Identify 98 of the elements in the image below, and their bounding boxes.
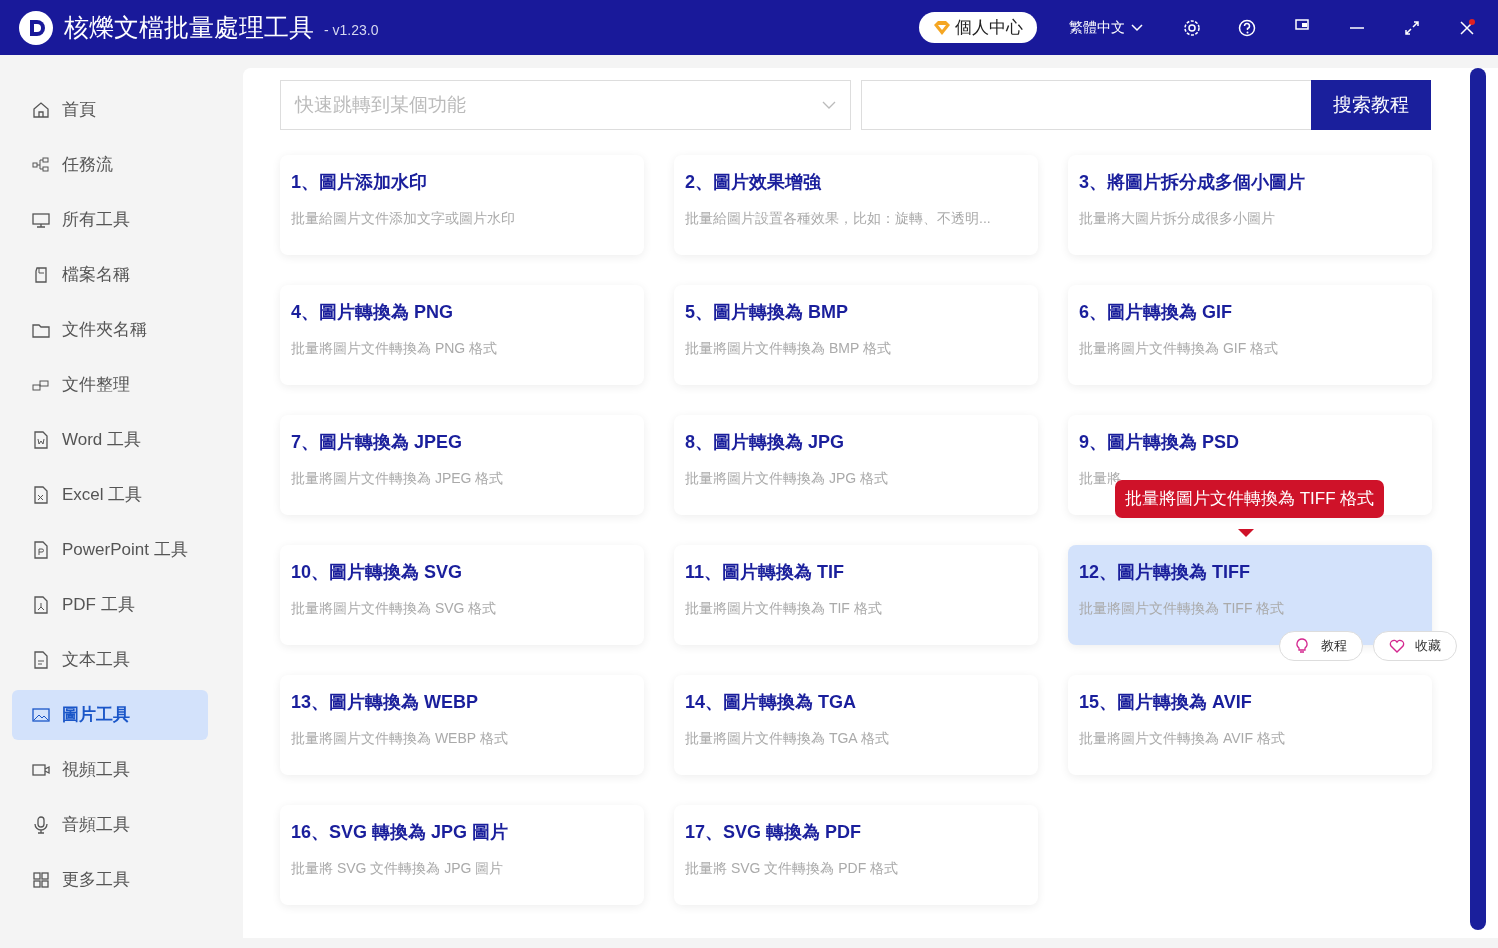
tool-card[interactable]: 13、圖片轉換為 WEBP 批量將圖片文件轉換為 WEBP 格式 <box>280 675 644 775</box>
tool-card[interactable]: 16、SVG 轉換為 JPG 圖片 批量將 SVG 文件轉換為 JPG 圖片 <box>280 805 644 905</box>
tool-card[interactable]: 10、圖片轉換為 SVG 批量將圖片文件轉換為 SVG 格式 <box>280 545 644 645</box>
tool-description: 批量將圖片文件轉換為 TGA 格式 <box>685 729 889 748</box>
tool-title: 8、圖片轉換為 JPG <box>685 431 845 454</box>
text-file-icon <box>32 651 50 669</box>
app-title: 核爍文檔批量處理工具 <box>64 11 314 43</box>
sidebar-item[interactable]: 所有工具 <box>12 195 208 245</box>
folder-icon <box>32 321 50 339</box>
sidebar-item[interactable]: PDF 工具 <box>12 580 208 630</box>
tool-description: 批量給圖片文件添加文字或圖片水印 <box>291 209 515 228</box>
tool-title: 7、圖片轉換為 JPEG <box>291 431 463 454</box>
sidebar-item[interactable]: 任務流 <box>12 140 208 190</box>
tool-title: 16、SVG 轉換為 JPG 圖片 <box>291 821 509 844</box>
chevron-down-icon <box>822 100 836 110</box>
sidebar-item[interactable]: PowerPoint 工具 <box>12 525 208 575</box>
tool-title: 10、圖片轉換為 SVG <box>291 561 463 584</box>
tool-card[interactable]: 11、圖片轉換為 TIF 批量將圖片文件轉換為 TIF 格式 <box>674 545 1038 645</box>
heart-icon <box>1389 638 1405 654</box>
chevron-down-icon <box>1131 23 1143 32</box>
app-logo <box>18 9 54 46</box>
tool-title: 13、圖片轉換為 WEBP <box>291 691 479 714</box>
close-icon[interactable] <box>1458 18 1476 37</box>
monitor-icon <box>32 211 50 229</box>
bulb-icon <box>1295 638 1311 654</box>
language-dropdown[interactable]: 繁體中文 <box>1063 16 1149 39</box>
tool-description: 批量給圖片設置各種效果，比如：旋轉、不透明... <box>685 209 991 228</box>
tool-description: 批量將圖片文件轉換為 TIFF 格式 <box>1079 599 1285 618</box>
microphone-icon <box>32 816 50 834</box>
search-field[interactable] <box>861 80 1311 130</box>
action-button[interactable]: 教程 <box>1279 631 1363 661</box>
tool-description: 批量將圖片文件轉換為 SVG 格式 <box>291 599 497 618</box>
tool-description: 批量將大圖片拆分成很多小圖片 <box>1079 209 1275 228</box>
scrollbar[interactable] <box>1470 68 1486 930</box>
sidebar-item[interactable]: 檔案名稱 <box>12 250 208 300</box>
tool-description: 批量將圖片文件轉換為 JPG 格式 <box>685 469 888 488</box>
sidebar-item[interactable]: 文件夾名稱 <box>12 305 208 355</box>
sidebar-item[interactable]: Word 工具 <box>12 415 208 465</box>
tool-card[interactable]: 5、圖片轉換為 BMP 批量將圖片文件轉換為 BMP 格式 <box>674 285 1038 385</box>
tool-card[interactable]: 6、圖片轉換為 GIF 批量將圖片文件轉換為 GIF 格式 <box>1068 285 1432 385</box>
tool-title: 3、將圖片拆分成多個小圖片 <box>1079 171 1305 194</box>
sidebar-item[interactable]: 首頁 <box>12 85 208 135</box>
tool-title: 5、圖片轉換為 BMP <box>685 301 848 324</box>
sidebar-item[interactable]: 音頻工具 <box>12 800 208 850</box>
search-button[interactable]: 搜索教程 <box>1311 80 1431 130</box>
account-button[interactable]: 個人中心 <box>919 12 1037 43</box>
tool-description: 批量將 SVG 文件轉換為 PDF 格式 <box>685 859 899 878</box>
tool-card[interactable]: 14、圖片轉換為 TGA 批量將圖片文件轉換為 TGA 格式 <box>674 675 1038 775</box>
tool-description: 批量將圖片文件轉換為 BMP 格式 <box>685 339 891 358</box>
tool-card[interactable]: 17、SVG 轉換為 PDF 批量將 SVG 文件轉換為 PDF 格式 <box>674 805 1038 905</box>
tooltip-arrow-icon <box>1238 528 1254 537</box>
tool-description: 批量將 SVG 文件轉換為 JPG 圖片 <box>291 859 504 878</box>
tool-title: 15、圖片轉換為 AVIF <box>1079 691 1252 714</box>
tool-description: 批量將圖片文件轉換為 TIF 格式 <box>685 599 882 618</box>
tool-title: 6、圖片轉換為 GIF <box>1079 301 1232 324</box>
maximize-icon[interactable] <box>1403 18 1421 37</box>
tool-card[interactable]: 15、圖片轉換為 AVIF 批量將圖片文件轉換為 AVIF 格式 <box>1068 675 1432 775</box>
sidebar-item[interactable]: Excel 工具 <box>12 470 208 520</box>
tool-title: 2、圖片效果增強 <box>685 171 821 194</box>
tool-title: 17、SVG 轉換為 PDF <box>685 821 862 844</box>
sidebar-item[interactable]: 文件整理 <box>12 360 208 410</box>
tool-title: 9、圖片轉換為 PSD <box>1079 431 1240 454</box>
settings-icon[interactable] <box>1183 18 1201 37</box>
tool-card[interactable]: 1、圖片添加水印 批量給圖片文件添加文字或圖片水印 <box>280 155 644 255</box>
tool-card[interactable]: 3、將圖片拆分成多個小圖片 批量將大圖片拆分成很多小圖片 <box>1068 155 1432 255</box>
help-icon[interactable] <box>1238 18 1256 37</box>
tool-title: 11、圖片轉換為 TIF <box>685 561 845 584</box>
excel-file-icon <box>32 486 50 504</box>
grid-icon <box>32 871 50 889</box>
tool-title: 4、圖片轉換為 PNG <box>291 301 454 324</box>
tooltip: 批量將圖片文件轉換為 TIFF 格式 <box>1115 480 1385 518</box>
tool-description: 批量將圖片文件轉換為 JPEG 格式 <box>291 469 504 488</box>
sidebar-item[interactable]: 更多工具 <box>12 855 208 905</box>
powerpoint-file-icon <box>32 541 50 559</box>
home-icon <box>32 101 50 119</box>
image-icon <box>32 706 50 724</box>
document-icon <box>32 266 50 284</box>
version-label: - v1.23.0 <box>324 21 379 40</box>
sidebar-item[interactable]: 圖片工具 <box>12 690 208 740</box>
tool-description: 批量將圖片文件轉換為 WEBP 格式 <box>291 729 508 748</box>
action-button[interactable]: 收藏 <box>1373 631 1457 661</box>
gem-icon <box>933 19 951 36</box>
tool-description: 批量將圖片文件轉換為 GIF 格式 <box>1079 339 1279 358</box>
sidebar-item[interactable]: 視頻工具 <box>12 745 208 795</box>
tool-title: 12、圖片轉換為 TIFF <box>1079 561 1250 584</box>
sidebar-item[interactable]: 文本工具 <box>12 635 208 685</box>
tool-card[interactable]: 8、圖片轉換為 JPG 批量將圖片文件轉換為 JPG 格式 <box>674 415 1038 515</box>
tool-card[interactable]: 7、圖片轉換為 JPEG 批量將圖片文件轉換為 JPEG 格式 <box>280 415 644 515</box>
pdf-file-icon <box>32 596 50 614</box>
tool-description: 批量將圖片文件轉換為 PNG 格式 <box>291 339 498 358</box>
tool-description: 批量將圖片文件轉換為 AVIF 格式 <box>1079 729 1285 748</box>
tool-card[interactable]: 4、圖片轉換為 PNG 批量將圖片文件轉換為 PNG 格式 <box>280 285 644 385</box>
word-file-icon <box>32 431 50 449</box>
video-camera-icon <box>32 761 50 779</box>
tool-card[interactable]: 2、圖片效果增強 批量給圖片設置各種效果，比如：旋轉、不透明... <box>674 155 1038 255</box>
tool-title: 14、圖片轉換為 TGA <box>685 691 857 714</box>
tool-title: 1、圖片添加水印 <box>291 171 427 194</box>
flow-icon <box>32 156 50 174</box>
